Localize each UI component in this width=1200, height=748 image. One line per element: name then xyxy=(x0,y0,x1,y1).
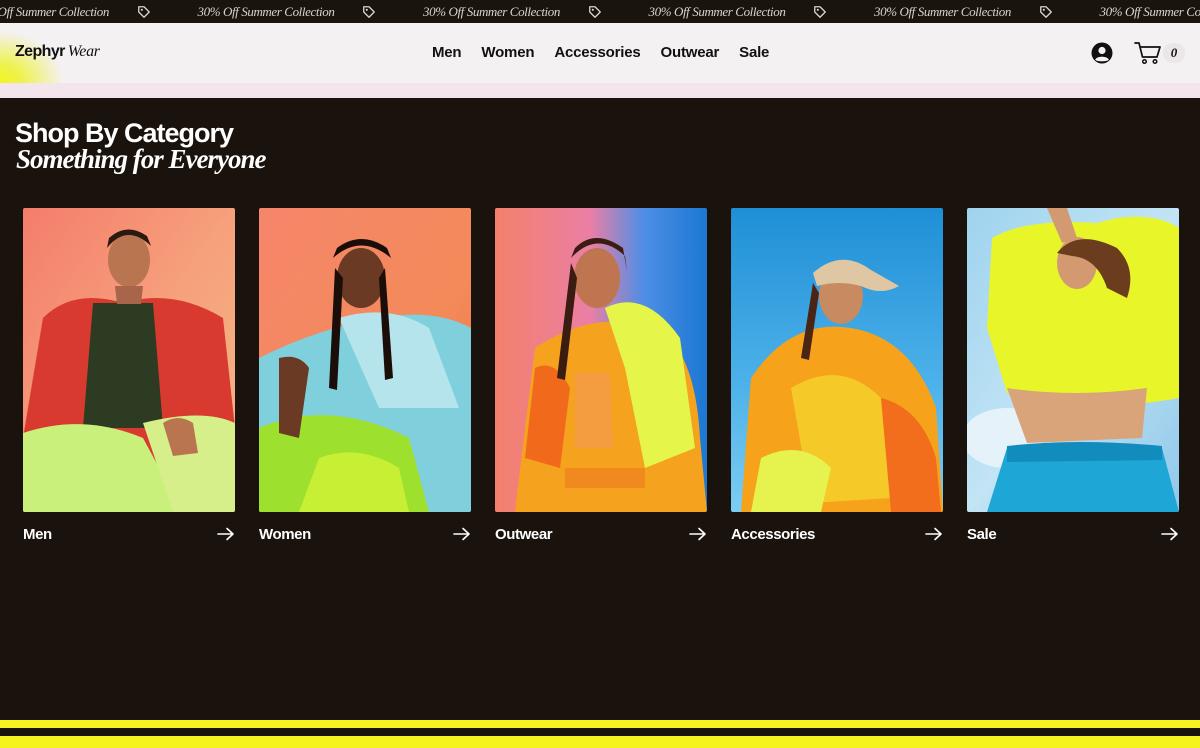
arrow-right-icon[interactable] xyxy=(925,527,943,541)
category-footer: Outwear xyxy=(495,524,707,544)
promo-track: 30% Off Summer Collection 30% Off Summer… xyxy=(0,0,1200,23)
promo-text: 30% Off Summer Collection xyxy=(197,3,335,19)
header-strip xyxy=(0,83,1200,98)
sale-photo xyxy=(967,208,1179,512)
promo-text: 30% Off Summer Collection xyxy=(874,3,1011,19)
nav-link-accessories[interactable]: Accessories xyxy=(554,44,640,61)
promo-item: 30% Off Summer Collection xyxy=(423,4,649,20)
promo-marquee: 30% Off Summer Collection 30% Off Summer… xyxy=(0,0,1200,23)
category-label[interactable]: Women xyxy=(259,526,311,543)
promo-item: 30% Off Summer Collection xyxy=(649,4,875,20)
nav-link-outwear[interactable]: Outwear xyxy=(661,44,720,61)
category-section: Shop By Category Something for Everyone xyxy=(0,98,1200,720)
category-label[interactable]: Sale xyxy=(967,526,997,543)
category-footer: Sale xyxy=(967,524,1179,544)
category-image-men[interactable] xyxy=(23,208,235,512)
category-card-men[interactable]: Men xyxy=(23,208,235,544)
category-image-accessories[interactable] xyxy=(731,208,943,512)
promo-item: 30% Off Summer Collection xyxy=(1100,4,1200,20)
nav-link-men[interactable]: Men xyxy=(432,44,462,61)
outwear-photo xyxy=(495,208,707,512)
logo-wordmark-italic: Wear xyxy=(67,43,100,60)
site-header: Zephyr Wear Men Women Accessories Outwea… xyxy=(0,23,1200,83)
tag-icon xyxy=(363,5,376,18)
category-grid: Men Women Outwear Accessories Sale xyxy=(23,208,1179,544)
promo-text: 30% Off Summer Collection xyxy=(423,3,560,19)
nav-link-women[interactable]: Women xyxy=(481,44,534,61)
tag-icon xyxy=(814,5,827,18)
category-card-women[interactable]: Women xyxy=(259,208,471,544)
promo-item: 30% Off Summer Collection xyxy=(874,4,1100,20)
footer-stripe-bottom xyxy=(0,736,1200,748)
promo-item: 30% Off Summer Collection xyxy=(198,4,424,20)
promo-text: 30% Off Summer Collection xyxy=(0,3,109,19)
category-label[interactable]: Accessories xyxy=(731,526,815,543)
nav-link-sale[interactable]: Sale xyxy=(739,44,769,61)
user-account-icon[interactable] xyxy=(1091,42,1113,64)
tag-icon xyxy=(589,5,601,18)
women-photo xyxy=(259,208,471,512)
category-image-sale[interactable] xyxy=(967,208,1179,512)
arrow-right-icon[interactable] xyxy=(453,527,471,541)
promo-text: 30% Off Summer Collection xyxy=(648,3,786,19)
category-label[interactable]: Men xyxy=(23,526,52,543)
promo-item: 30% Off Summer Collection xyxy=(0,4,198,20)
category-card-accessories[interactable]: Accessories xyxy=(731,208,943,544)
promo-text: 30% Off Summer Collection xyxy=(1099,3,1200,19)
footer-stripe-top xyxy=(0,720,1200,728)
tag-icon xyxy=(1040,5,1052,18)
men-photo xyxy=(23,208,235,512)
footer-stripe-gap xyxy=(0,728,1200,736)
main-nav: Men Women Accessories Outwear Sale xyxy=(432,44,769,61)
tag-icon xyxy=(138,5,150,18)
section-subtitle: Something for Everyone xyxy=(16,144,267,174)
arrow-right-icon[interactable] xyxy=(217,527,235,541)
category-footer: Accessories xyxy=(731,524,943,544)
arrow-right-icon[interactable] xyxy=(689,527,707,541)
logo-wordmark-bold: Zephyr xyxy=(15,43,65,60)
category-card-outwear[interactable]: Outwear xyxy=(495,208,707,544)
category-footer: Men xyxy=(23,524,235,544)
category-footer: Women xyxy=(259,524,471,544)
category-image-women[interactable] xyxy=(259,208,471,512)
arrow-right-icon[interactable] xyxy=(1161,527,1179,541)
cart-count-badge[interactable]: 0 xyxy=(1163,43,1185,63)
category-card-sale[interactable]: Sale xyxy=(967,208,1179,544)
category-label[interactable]: Outwear xyxy=(495,526,553,543)
accessories-photo xyxy=(731,208,943,512)
category-image-outwear[interactable] xyxy=(495,208,707,512)
logo[interactable]: Zephyr Wear xyxy=(15,43,100,61)
shopping-cart-icon[interactable] xyxy=(1134,41,1162,65)
